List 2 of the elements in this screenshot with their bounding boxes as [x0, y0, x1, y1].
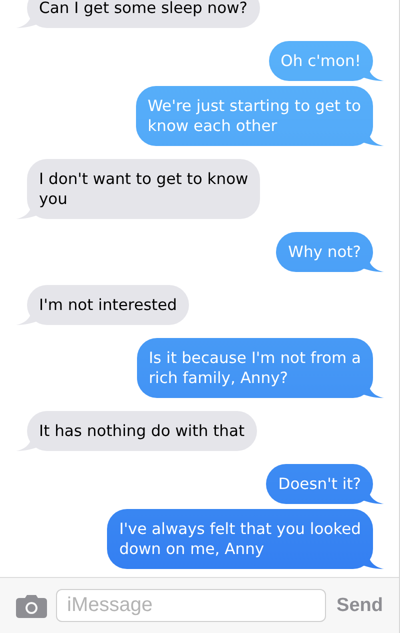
message-input-field[interactable]: iMessage	[56, 589, 326, 622]
camera-icon[interactable]	[16, 594, 47, 618]
